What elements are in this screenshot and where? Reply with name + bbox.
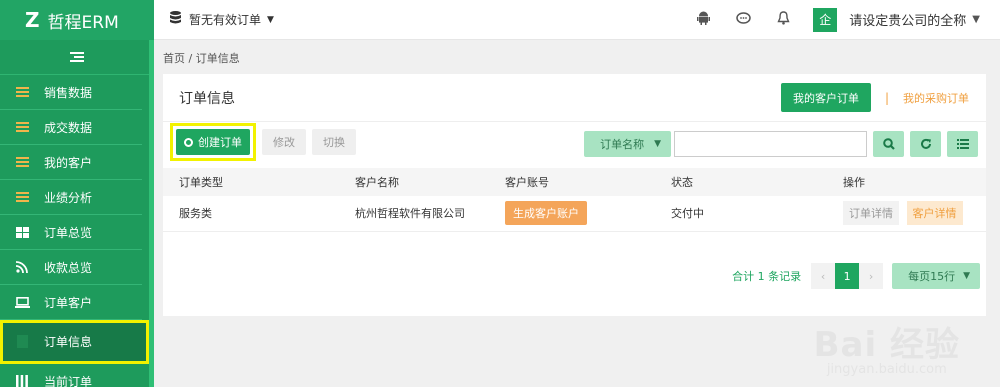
refresh-button[interactable] <box>910 131 941 157</box>
customer-account-cell: 生成客户账户 <box>489 196 655 232</box>
sidebar-item-current-orders[interactable]: 当前订单 <box>0 364 142 387</box>
chevron-down-icon: ▼ <box>963 271 970 281</box>
bell-icon[interactable] <box>763 10 803 29</box>
list-icon <box>956 139 969 149</box>
toolbar: 创建订单 修改 切换 订单名称 ▼ <box>163 122 986 162</box>
watermark-main: Bai 经验 <box>813 325 960 365</box>
breadcrumb: 首页 / 订单信息 <box>163 52 240 65</box>
sidebar-item-label: 业绩分析 <box>44 190 93 205</box>
record-count: 合计 1 条记录 <box>732 270 802 283</box>
customer-name-cell: 杭州哲程软件有限公司 <box>339 196 489 232</box>
page-size-label: 每页15行 <box>908 270 956 283</box>
actions-cell: 订单详情 客户详情 <box>827 196 986 232</box>
next-page-button[interactable]: › <box>859 263 884 289</box>
page-size-select[interactable]: 每页15行 ▼ <box>892 263 980 289</box>
prev-page-button[interactable]: ‹ <box>811 263 836 289</box>
sidebar-item-order-overview[interactable]: 订单总览 <box>0 215 142 250</box>
watermark: Bai 经验 jingyan.baidu.com <box>814 317 960 377</box>
search-field-select[interactable]: 订单名称 ▼ <box>584 131 671 157</box>
sidebar-item-label: 订单信息 <box>44 335 93 349</box>
pagination: 合计 1 条记录 ‹ 1 › 每页15行 ▼ <box>732 263 980 289</box>
column-header: 客户名称 <box>339 168 489 196</box>
sidebar-item-label: 销售数据 <box>44 85 93 100</box>
message-icon[interactable] <box>723 11 763 29</box>
sidebar: Z 哲程ERM 销售数据 成交数据 我的客户 业绩分析 订单总览 收款总览 订单… <box>0 0 154 387</box>
create-order-button[interactable]: 创建订单 <box>176 129 250 155</box>
sidebar-item-my-customers[interactable]: 我的客户 <box>0 145 142 180</box>
columns-icon <box>14 375 30 387</box>
order-info-panel: 订单信息 我的客户订单 | 我的采购订单 创建订单 修改 切换 订单名称 ▼ 订… <box>163 74 986 316</box>
search-icon <box>882 138 895 150</box>
page-title: 订单信息 <box>179 90 235 107</box>
table-row: 服务类 杭州哲程软件有限公司 生成客户账户 交付中 订单详情 客户详情 <box>163 196 986 232</box>
laptop-icon <box>14 296 30 308</box>
refresh-icon <box>920 138 931 149</box>
table-header-row: 订单类型 客户名称 客户账号 状态 操作 <box>163 168 986 196</box>
sidebar-item-sales-data[interactable]: 销售数据 <box>0 75 142 110</box>
order-selector[interactable]: 暂无有效订单 ▼ <box>170 11 274 28</box>
sidebar-item-order-info[interactable]: 订单信息 <box>0 320 149 364</box>
list-view-button[interactable] <box>947 131 978 157</box>
sidebar-item-deal-data[interactable]: 成交数据 <box>0 110 142 145</box>
generate-account-button[interactable]: 生成客户账户 <box>505 201 587 226</box>
order-tabs: 我的客户订单 | 我的采购订单 <box>780 83 986 112</box>
sidebar-item-label: 订单总览 <box>44 225 93 240</box>
panel-header: 订单信息 我的客户订单 | 我的采购订单 <box>163 74 986 122</box>
bars-icon <box>14 157 30 167</box>
column-header: 客户账号 <box>489 168 655 196</box>
search-field-label: 订单名称 <box>600 138 645 151</box>
chevron-down-icon: ▼ <box>267 14 274 25</box>
switch-button[interactable]: 切换 <box>312 129 356 155</box>
sidebar-item-label: 我的客户 <box>44 155 93 170</box>
sidebar-toggle[interactable] <box>0 40 154 75</box>
page-number[interactable]: 1 <box>835 263 860 289</box>
tab-customer-orders[interactable]: 我的客户订单 <box>780 83 871 112</box>
android-icon[interactable] <box>683 11 723 29</box>
create-highlight: 创建订单 <box>170 123 256 161</box>
top-bar-actions: 企 请设定贵公司的全称 ▼ <box>683 7 1000 32</box>
column-header: 订单类型 <box>163 168 339 196</box>
order-selector-label: 暂无有效订单 <box>189 13 262 27</box>
status-cell: 交付中 <box>655 196 827 232</box>
database-icon <box>170 11 181 28</box>
sidebar-item-label: 当前订单 <box>44 374 93 387</box>
watermark-url: jingyan.baidu.com <box>826 362 947 377</box>
sidebar-item-label: 订单客户 <box>44 295 93 310</box>
tab-purchase-orders[interactable]: 我的采购订单 <box>903 90 969 106</box>
edit-button[interactable]: 修改 <box>262 129 306 155</box>
sidebar-item-label: 收款总览 <box>44 260 93 275</box>
column-header: 操作 <box>827 168 986 196</box>
brand-logo: Z <box>25 8 40 32</box>
document-icon <box>14 335 30 348</box>
sidebar-item-performance[interactable]: 业绩分析 <box>0 180 142 215</box>
company-name[interactable]: 请设定贵公司的全称 <box>849 10 966 29</box>
grid-icon <box>14 226 30 238</box>
brand: Z 哲程ERM <box>0 0 154 40</box>
chevron-down-icon[interactable]: ▼ <box>972 14 980 25</box>
search-tools: 订单名称 ▼ <box>584 131 978 157</box>
company-avatar[interactable]: 企 <box>813 7 838 32</box>
top-bar: 暂无有效订单 ▼ 企 请设定贵公司的全称 ▼ <box>154 0 1000 40</box>
order-type-cell: 服务类 <box>163 196 339 232</box>
column-header: 状态 <box>655 168 827 196</box>
menu-toggle-icon[interactable] <box>70 52 84 62</box>
rss-icon <box>14 261 30 273</box>
search-input[interactable] <box>674 131 867 157</box>
orders-table: 订单类型 客户名称 客户账号 状态 操作 服务类 杭州哲程软件有限公司 生成客户… <box>163 168 986 232</box>
customer-detail-button[interactable]: 客户详情 <box>906 201 963 226</box>
order-detail-button[interactable]: 订单详情 <box>843 201 899 226</box>
create-order-label: 创建订单 <box>198 136 242 149</box>
sidebar-item-payment-overview[interactable]: 收款总览 <box>0 250 142 285</box>
brand-name: 哲程ERM <box>47 12 119 33</box>
circle-icon <box>184 137 193 147</box>
chevron-down-icon: ▼ <box>654 139 661 149</box>
sidebar-item-label: 成交数据 <box>44 120 93 135</box>
tab-separator: | <box>884 90 889 105</box>
bars-icon <box>14 122 30 132</box>
bars-icon <box>14 192 30 202</box>
search-button[interactable] <box>873 131 904 157</box>
sidebar-menu: 销售数据 成交数据 我的客户 业绩分析 订单总览 收款总览 订单客户 订单信息 … <box>0 75 154 387</box>
sidebar-item-order-customers[interactable]: 订单客户 <box>0 285 142 320</box>
bars-icon <box>14 87 30 97</box>
